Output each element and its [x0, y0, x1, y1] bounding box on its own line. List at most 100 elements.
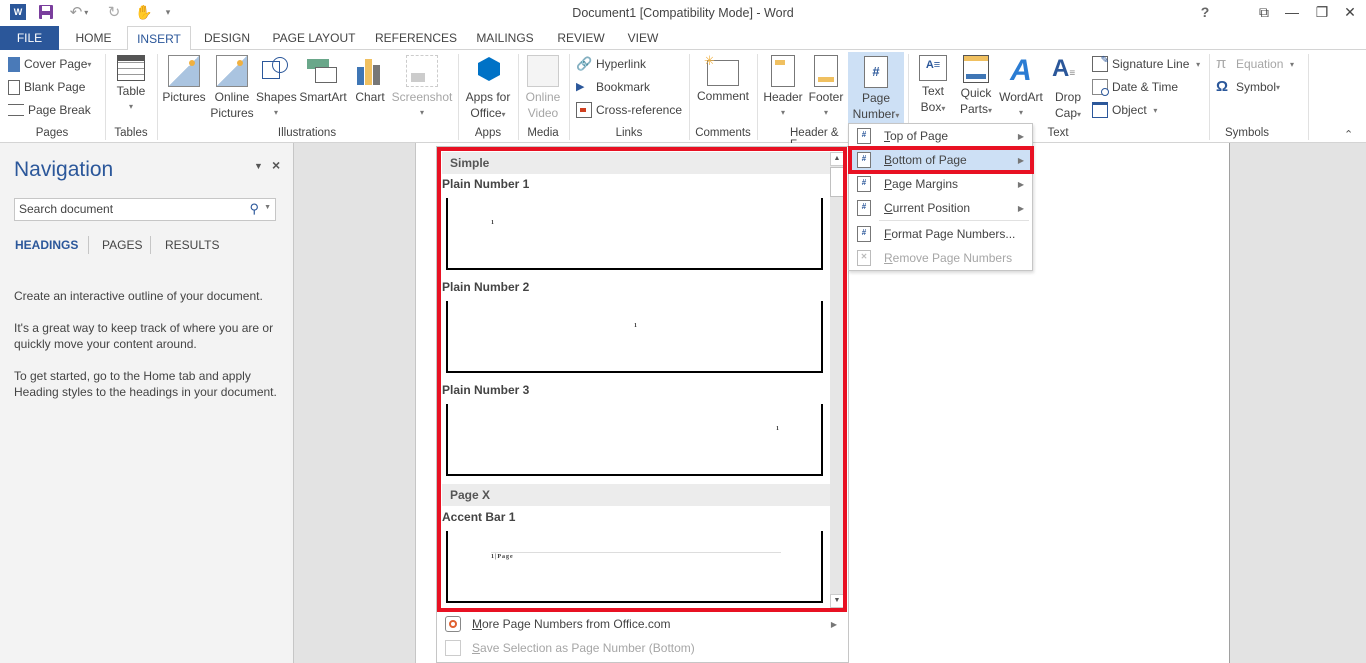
restore-icon[interactable]: ❐	[1310, 3, 1334, 21]
menu-item-format-page-numbers[interactable]: # Format Page Numbers...	[850, 223, 1032, 245]
apps-for-office-button[interactable]: Apps for Office▾	[462, 52, 514, 123]
tab-home[interactable]: HOME	[66, 26, 121, 50]
menu-item-page-margins[interactable]: # Page Margins ▶	[850, 173, 1032, 195]
menu-separator	[879, 220, 1029, 221]
tab-pages[interactable]: PAGES	[102, 238, 142, 252]
pictures-button[interactable]: Pictures	[162, 52, 206, 105]
object-button[interactable]: Object ▾	[1092, 100, 1157, 120]
page-break-button[interactable]: Page Break	[8, 100, 91, 120]
title-bar: W ↶ ▾ ↻ ✋ ▾ Document1 [Compatibility Mode…	[0, 0, 1366, 26]
tab-separator	[150, 236, 151, 254]
text-box-button[interactable]: A≡ Text Box▾	[912, 52, 954, 117]
scroll-thumb[interactable]	[830, 167, 844, 197]
save-selection-icon	[445, 640, 461, 656]
redo-icon[interactable]: ↻	[104, 3, 124, 21]
search-icon[interactable]: ⚲	[249, 201, 259, 217]
bookmark-icon: ▶	[576, 81, 585, 93]
group-separator	[1209, 54, 1210, 140]
menu-item-current-position[interactable]: # Current Position ▶	[850, 197, 1032, 219]
tab-references[interactable]: REFERENCES	[372, 26, 460, 50]
table-button[interactable]: Table ▾	[110, 52, 152, 115]
page-number-sample: 1	[634, 323, 637, 329]
apps-for-office-icon	[472, 55, 504, 87]
help-icon[interactable]: ?	[1193, 3, 1217, 21]
menu-item-bottom-of-page[interactable]: # Bottom of Page ▶	[850, 149, 1032, 171]
tab-design[interactable]: DESIGN	[198, 26, 256, 50]
tab-results[interactable]: RESULTS	[165, 238, 219, 252]
pi-icon: π	[1216, 55, 1227, 72]
word-app-icon[interactable]: W	[8, 3, 28, 21]
close-pane-icon[interactable]: ×	[272, 157, 280, 173]
touch-mode-icon[interactable]: ✋	[134, 3, 154, 21]
gallery-scrollbar[interactable]: ▲ ▼	[830, 152, 844, 608]
footer-button[interactable]: Footer ▾	[805, 52, 847, 121]
screenshot-button[interactable]: Screenshot ▾	[390, 52, 454, 121]
shapes-button[interactable]: Shapes ▾	[256, 52, 297, 121]
search-options-icon[interactable]: ▼	[264, 204, 271, 211]
table-icon	[117, 55, 145, 81]
hyperlink-button[interactable]: 🔗 Hyperlink	[576, 54, 646, 74]
page-number-button[interactable]: # Page Number▾	[848, 52, 904, 125]
submenu-arrow-icon: ▶	[1017, 203, 1024, 213]
date-time-button[interactable]: Date & Time	[1092, 77, 1178, 97]
comment-button[interactable]: ✳ Comment	[694, 52, 752, 104]
tab-page-layout[interactable]: PAGE LAYOUT	[266, 26, 362, 50]
signature-line-icon: ✎	[1092, 55, 1109, 72]
menu-item-top-of-page[interactable]: # Top of Page ▶	[850, 125, 1032, 147]
wordart-button[interactable]: A WordArt ▾	[997, 52, 1045, 121]
save-icon[interactable]	[36, 3, 56, 21]
group-label-symbols: Symbols	[1224, 127, 1270, 139]
online-video-button[interactable]: Online Video	[522, 52, 564, 121]
tab-review[interactable]: REVIEW	[552, 26, 610, 50]
search-document-input[interactable]: Search document ⚲ ▼	[14, 198, 276, 221]
gallery-item-plain-number-2[interactable]: 1	[446, 301, 823, 373]
chart-button[interactable]: Chart	[352, 52, 388, 105]
drop-cap-button[interactable]: A≡ Drop Cap▾	[1047, 52, 1089, 123]
smartart-button[interactable]: SmartArt	[297, 52, 349, 105]
smartart-icon	[307, 55, 339, 87]
customize-qat-icon[interactable]: ▾	[160, 3, 176, 21]
gallery-item-label: Plain Number 1	[442, 177, 530, 191]
equation-button[interactable]: π Equation ▾	[1216, 54, 1294, 74]
header-button[interactable]: Header ▾	[762, 52, 804, 121]
pane-options-icon[interactable]: ▼	[254, 161, 263, 171]
group-separator	[157, 54, 158, 140]
tab-view[interactable]: VIEW	[620, 26, 666, 50]
group-label-media: Media	[527, 127, 559, 139]
minimize-icon[interactable]: —	[1280, 3, 1304, 21]
chart-icon	[354, 55, 386, 87]
gallery-item-label: Plain Number 2	[442, 280, 530, 294]
gallery-item-accent-bar-1[interactable]: 1|Page	[446, 531, 823, 603]
online-pictures-button[interactable]: Online Pictures	[209, 52, 255, 121]
tab-mailings[interactable]: MAILINGS	[470, 26, 540, 50]
undo-icon[interactable]: ↶ ▾	[64, 3, 94, 21]
cross-reference-button[interactable]: Cross-reference	[576, 100, 682, 120]
save-selection-item[interactable]: Save Selection as Page Number (Bottom)	[440, 636, 845, 660]
gallery-item-plain-number-1[interactable]: 1	[446, 198, 823, 270]
tab-separator	[88, 236, 89, 254]
navigation-pane: Navigation ▼ × Search document ⚲ ▼ HEADI…	[0, 143, 294, 663]
page-number-icon: #	[864, 56, 888, 88]
blank-page-button[interactable]: Blank Page	[8, 77, 85, 97]
ribbon-display-options-icon[interactable]: ⧉	[1252, 3, 1276, 21]
signature-line-button[interactable]: ✎ Signature Line ▾	[1092, 54, 1200, 74]
more-page-numbers-item[interactable]: More Page Numbers from Office.com ▶	[440, 612, 845, 636]
tab-insert[interactable]: INSERT	[127, 26, 191, 51]
scroll-down-icon[interactable]: ▼	[830, 594, 844, 608]
shapes-icon	[260, 55, 292, 87]
bookmark-button[interactable]: ▶ Bookmark	[576, 77, 650, 97]
tab-file[interactable]: FILE	[0, 26, 59, 50]
gallery-item-label: Accent Bar 1	[442, 510, 516, 524]
submenu-arrow-icon: ▶	[1017, 155, 1024, 165]
cover-page-button[interactable]: Cover Page ▾	[8, 54, 91, 74]
symbol-button[interactable]: Ω Symbol ▾	[1216, 77, 1280, 97]
menu-item-remove-page-numbers[interactable]: ✕ Remove Page Numbers	[850, 247, 1032, 269]
omega-icon: Ω	[1216, 78, 1229, 95]
collapse-ribbon-icon[interactable]: ⌃	[1344, 128, 1353, 141]
close-icon[interactable]: ✕	[1338, 3, 1362, 21]
date-time-icon	[1092, 79, 1109, 96]
tab-headings[interactable]: HEADINGS	[15, 238, 78, 252]
gallery-item-plain-number-3[interactable]: 1	[446, 404, 823, 476]
quick-parts-button[interactable]: Quick Parts▾	[955, 52, 997, 119]
scroll-up-icon[interactable]: ▲	[830, 152, 844, 166]
